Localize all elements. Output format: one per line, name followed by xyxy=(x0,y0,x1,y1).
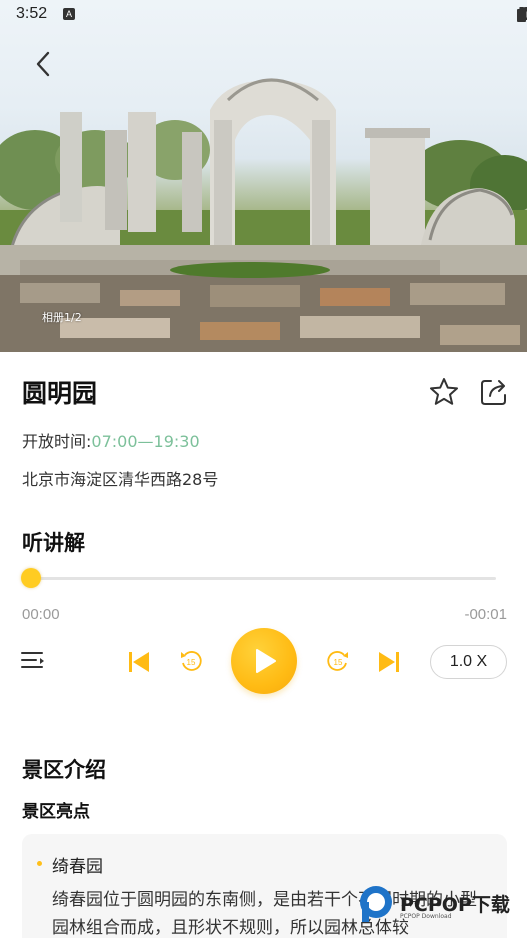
hours-label: 开放时间: xyxy=(22,432,92,451)
intro-heading: 景区介绍 xyxy=(22,758,106,782)
status-time: 3:52 xyxy=(16,5,48,22)
svg-text:15: 15 xyxy=(334,658,343,667)
progress-track[interactable] xyxy=(30,577,496,580)
audio-guide-heading: 听讲解 xyxy=(22,531,85,555)
highlight-title: 绮春园 xyxy=(52,857,103,877)
playlist-icon xyxy=(21,652,44,668)
highlights-heading: 景区亮点 xyxy=(22,802,90,822)
share-icon xyxy=(481,380,506,405)
progress-thumb[interactable] xyxy=(21,568,41,588)
play-button[interactable] xyxy=(231,628,297,694)
opening-hours: 开放时间:07:00—19:30 xyxy=(22,428,200,452)
ruins-photo xyxy=(0,78,527,352)
back-button[interactable] xyxy=(26,46,62,82)
battery-icon xyxy=(517,7,526,22)
skip-previous-icon xyxy=(129,652,149,672)
share-button[interactable] xyxy=(478,376,510,408)
favorite-button[interactable] xyxy=(428,376,460,408)
svg-text:15: 15 xyxy=(187,658,196,667)
watermark: PCPOP下载 PCPOP Download xyxy=(356,884,521,924)
chevron-left-icon xyxy=(36,51,50,77)
notification-icon: A xyxy=(63,8,75,20)
next-track-button[interactable] xyxy=(376,649,402,675)
address: 北京市海淀区清华西路28号 xyxy=(22,470,219,489)
page-title: 圆明园 xyxy=(22,379,98,408)
hours-value: 07:00—19:30 xyxy=(91,432,200,451)
forward-15-button[interactable]: 15 xyxy=(325,648,351,674)
watermark-subtext: PCPOP Download xyxy=(400,913,452,920)
time-remaining: -00:01 xyxy=(464,606,507,623)
previous-track-button[interactable] xyxy=(126,649,152,675)
rewind-15-button[interactable]: 15 xyxy=(178,648,204,674)
playback-speed-button[interactable]: 1.0 X xyxy=(430,645,507,679)
star-icon xyxy=(430,378,458,405)
watermark-logo-icon xyxy=(360,886,392,922)
hero-image[interactable]: 3:52 A 相册1/2 xyxy=(0,0,527,352)
rewind-15-icon: 15 xyxy=(181,651,202,671)
playlist-button[interactable] xyxy=(20,648,46,674)
album-counter: 相册1/2 xyxy=(42,311,82,324)
status-bar: 3:52 A xyxy=(0,0,527,30)
time-elapsed: 00:00 xyxy=(22,606,60,623)
bullet-dot xyxy=(37,861,42,866)
skip-next-icon xyxy=(379,652,399,672)
forward-15-icon: 15 xyxy=(327,651,348,671)
play-icon xyxy=(256,649,276,673)
